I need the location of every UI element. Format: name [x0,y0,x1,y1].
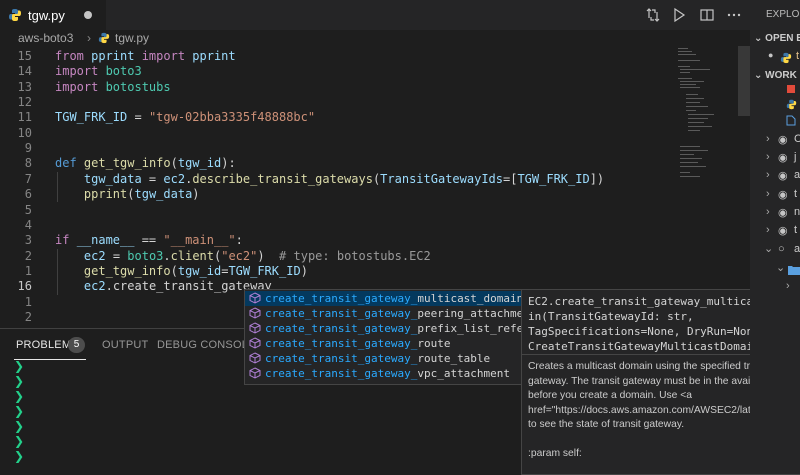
method-cube-icon [249,307,261,319]
split-editor-icon[interactable] [699,7,715,23]
tree-item[interactable]: › [750,279,800,297]
tree-item[interactable]: › ◉ n [750,205,800,223]
method-cube-icon [249,292,261,304]
terminal-prompt-icon: ❯ [14,404,25,418]
method-cube-icon [249,352,261,364]
line-number: 3 [24,233,32,247]
line-number: 8 [24,156,32,170]
line-number: 4 [24,218,32,232]
terminal-prompt-icon: ❯ [14,419,25,433]
unsaved-dot-icon: ● [768,50,774,60]
line-number: 9 [24,141,32,155]
editor-tab-bar: tgw.py [0,0,750,30]
terminal-prompt-icon: ❯ [14,389,25,403]
panel-tab-output[interactable]: OUTPUT [102,339,148,351]
module-icon: ◉ [778,189,788,201]
module-icon: ◉ [778,207,788,219]
breadcrumb-chevron-icon: › [87,31,91,45]
folder-icon [788,266,800,275]
code-line: if __name__ == "__main__": [55,233,243,247]
tree-item[interactable]: › ◉ j [750,150,800,168]
compare-changes-icon[interactable] [645,7,661,23]
vertical-scrollbar[interactable] [738,46,750,116]
breadcrumb-folder[interactable]: aws-boto3 [18,31,73,45]
line-number: 13 [17,80,32,94]
code-line: from pprint import pprint [55,49,236,63]
line-number: 2 [24,310,32,324]
active-tab-underline [14,359,86,360]
document-file-icon [786,115,796,126]
code-line: pprint(tgw_data) [83,187,200,201]
terminal-prompt-icon: ❯ [14,374,25,388]
suggestion-item[interactable]: create_transit_gateway_route [245,336,523,351]
autocomplete-suggestions: create_transit_gateway_multicast_domain … [244,289,524,385]
line-number: 1 [24,295,32,309]
terminal-prompt-icon: ❯ [14,449,25,463]
line-number: 12 [17,95,32,109]
suggestion-item[interactable]: create_transit_gateway_prefix_list_refe… [245,321,523,336]
python-file-icon [786,99,797,110]
run-icon[interactable] [671,7,687,23]
tree-item[interactable]: › ◉ a [750,168,800,186]
code-line: get_tgw_info(tgw_id=TGW_FRK_ID) [83,264,308,278]
editor-tab-tgw-py[interactable]: tgw.py [0,0,106,30]
explorer-sidebar: EXPLORER ⌄ OPEN E ● t ⌄ WORK ( › ◉ C › ◉… [750,0,800,473]
tree-item-expanded[interactable]: ⌄ ○ a [750,242,800,260]
suggestion-item[interactable]: create_transit_gateway_route_table [245,351,523,366]
panel-tab-debug-console[interactable]: DEBUG CONSOLE [157,339,256,351]
suggestion-item[interactable]: create_transit_gateway_multicast_domain [245,291,523,306]
line-number: 6 [24,187,32,201]
code-line: ec2 = boto3.client("ec2") # type: botost… [83,249,431,263]
red-file-icon [787,85,795,93]
minimap[interactable] [676,46,736,196]
line-number: 11 [17,110,32,124]
suggestion-item[interactable]: create_transit_gateway_peering_attachme… [245,306,523,321]
namespace-icon: ○ [778,243,785,255]
terminal-prompt-icon: ❯ [14,434,25,448]
line-number: 7 [24,172,32,186]
line-number: 14 [17,64,32,78]
tree-item[interactable]: › ◉ t [750,223,800,241]
python-file-icon [780,52,792,64]
code-editor[interactable]: 15 14 13 12 11 10 9 8 7 6 5 4 3 2 1 16 1… [0,46,750,328]
code-line: tgw_data = ec2.describe_transit_gateways… [83,172,605,186]
open-editor-item[interactable]: ● t [750,49,800,67]
workspace-section[interactable]: ⌄ WORK ( [754,70,800,81]
unsaved-dot-icon[interactable] [84,11,92,19]
tree-item[interactable]: › ◉ t [750,187,800,205]
open-editors-section[interactable]: ⌄ OPEN E [754,33,800,44]
problems-count-badge: 5 [68,337,85,353]
python-file-icon [98,32,110,44]
line-number: 10 [17,126,32,140]
python-file-icon [9,9,21,21]
line-number: 1 [24,264,32,278]
breadcrumb-file[interactable]: tgw.py [115,31,149,45]
line-number: 2 [24,249,32,263]
module-icon: ◉ [778,225,788,237]
explorer-title: EXPLORER [766,9,800,20]
suggestion-item[interactable]: create_transit_gateway_vpc_attachment [245,366,523,381]
code-line: def get_tgw_info(tgw_id): [55,156,236,170]
code-line: import botostubs [55,80,171,94]
method-cube-icon [249,337,261,349]
more-actions-icon[interactable] [726,7,742,23]
terminal-prompt-icon: ❯ [14,359,25,373]
current-line-number: 16 [17,279,32,293]
module-icon: ◉ [778,170,788,182]
module-icon: ◉ [778,152,788,164]
line-number: 5 [24,203,32,217]
method-cube-icon [249,322,261,334]
tree-item[interactable]: › ◉ C [750,132,800,150]
chevron-down-icon: ⌄ [764,243,774,255]
tree-item[interactable]: ⌄ [750,261,800,279]
module-icon: ◉ [778,134,788,146]
code-line: import boto3 [55,64,142,78]
method-cube-icon [249,367,261,379]
line-number: 15 [17,49,32,63]
chevron-down-icon: ⌄ [776,262,786,274]
breadcrumb: aws-boto3 › tgw.py [0,30,750,46]
editor-tab-label: tgw.py [28,8,65,23]
code-line: TGW_FRK_ID = "tgw-02bba3335f48888bc" [55,110,316,124]
